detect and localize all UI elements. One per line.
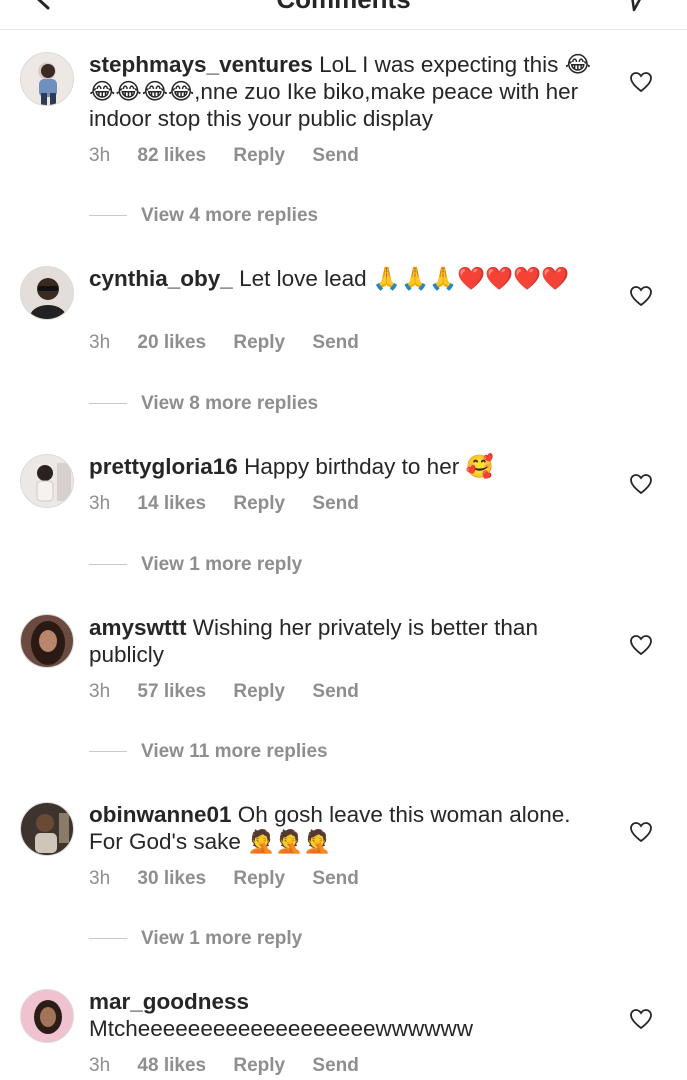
top-bar: Comments	[0, 0, 687, 30]
comment-time: 3h	[89, 493, 111, 514]
send-button[interactable]: Send	[312, 868, 358, 890]
view-more-replies[interactable]: View 4 more replies	[89, 205, 318, 227]
view-replies-label[interactable]: View 8 more replies	[141, 393, 318, 414]
comment-text: cynthia_oby_ Let love lead 🙏🙏🙏❤️❤️❤️❤️	[89, 265, 604, 292]
view-replies-label[interactable]: View 4 more replies	[141, 205, 318, 226]
reply-button[interactable]: Reply	[233, 145, 285, 167]
avatar[interactable]	[20, 989, 74, 1043]
reply-button[interactable]: Reply	[233, 332, 285, 354]
send-button[interactable]: Send	[312, 332, 358, 354]
comment-body: Happy birthday to her 🥰	[244, 454, 494, 479]
comment-likes[interactable]: 82 likes	[137, 145, 206, 167]
view-more-replies[interactable]: View 1 more reply	[89, 928, 302, 950]
comment-likes[interactable]: 20 likes	[137, 332, 206, 354]
comment-likes[interactable]: 57 likes	[137, 681, 206, 703]
comment-likes[interactable]: 30 likes	[137, 868, 206, 890]
send-button[interactable]: Send	[312, 681, 358, 703]
comment-text: amyswttt Wishing her privately is better…	[89, 614, 604, 668]
replies-divider	[89, 403, 127, 405]
comment-text: stephmays_ventures LoL I was expecting t…	[89, 51, 604, 132]
comment-meta: 3h 82 likes Reply Send	[89, 145, 381, 167]
heart-outline-icon[interactable]	[629, 1008, 653, 1030]
heart-outline-icon[interactable]	[629, 821, 653, 843]
send-button[interactable]: Send	[312, 145, 358, 167]
avatar[interactable]	[20, 802, 74, 856]
view-more-replies[interactable]: View 1 more reply	[89, 554, 302, 576]
comment-meta: 3h 57 likes Reply Send	[89, 681, 381, 703]
view-more-replies[interactable]: View 11 more replies	[89, 741, 328, 763]
replies-divider	[89, 938, 127, 940]
avatar[interactable]	[20, 454, 74, 508]
comment-text: obinwanne01 Oh gosh leave this woman alo…	[89, 801, 604, 855]
heart-outline-icon[interactable]	[629, 634, 653, 656]
replies-divider	[89, 215, 127, 217]
comment-username[interactable]: amyswttt	[89, 615, 187, 640]
send-button[interactable]: Send	[312, 493, 358, 515]
replies-divider	[89, 751, 127, 753]
comment-meta: 3h 14 likes Reply Send	[89, 493, 381, 515]
reply-button[interactable]: Reply	[233, 681, 285, 703]
reply-button[interactable]: Reply	[233, 493, 285, 515]
view-replies-label[interactable]: View 11 more replies	[141, 741, 328, 762]
avatar[interactable]	[20, 614, 74, 668]
comment-meta: 3h 30 likes Reply Send	[89, 868, 381, 890]
view-replies-label[interactable]: View 1 more reply	[141, 554, 302, 575]
comment-time: 3h	[89, 681, 111, 702]
replies-divider	[89, 564, 127, 566]
comment-text: prettygloria16 Happy birthday to her 🥰	[89, 453, 604, 480]
avatar[interactable]	[20, 52, 74, 106]
comment-time: 3h	[89, 332, 111, 353]
comment-likes[interactable]: 14 likes	[137, 493, 206, 515]
comment-text: mar_goodness Mtcheeeeeeeeeeeeeeeeeeewwww…	[89, 988, 604, 1042]
heart-outline-icon[interactable]	[629, 285, 653, 307]
comment-username[interactable]: prettygloria16	[89, 454, 238, 479]
comment-likes[interactable]: 48 likes	[137, 1055, 206, 1077]
comment-meta: 3h 20 likes Reply Send	[89, 332, 381, 354]
view-replies-label[interactable]: View 1 more reply	[141, 928, 302, 949]
heart-outline-icon[interactable]	[629, 473, 653, 495]
paper-plane-icon[interactable]	[620, 0, 650, 12]
heart-outline-icon[interactable]	[629, 71, 653, 93]
comment-username[interactable]: mar_goodness	[89, 989, 249, 1014]
view-more-replies[interactable]: View 8 more replies	[89, 393, 318, 415]
comment-username[interactable]: obinwanne01	[89, 802, 232, 827]
comment-username[interactable]: cynthia_oby_	[89, 266, 233, 291]
reply-button[interactable]: Reply	[233, 868, 285, 890]
comment-time: 3h	[89, 145, 111, 166]
comment-body: Mtcheeeeeeeeeeeeeeeeeeewwwwww	[89, 1016, 474, 1041]
comment-username[interactable]: stephmays_ventures	[89, 52, 313, 77]
comment-body: Let love lead 🙏🙏🙏❤️❤️❤️❤️	[239, 266, 570, 291]
page-title: Comments	[0, 0, 687, 15]
reply-button[interactable]: Reply	[233, 1055, 285, 1077]
avatar[interactable]	[20, 266, 74, 320]
send-button[interactable]: Send	[312, 1055, 358, 1077]
comment-time: 3h	[89, 1055, 111, 1076]
comment-time: 3h	[89, 868, 111, 889]
comment-meta: 3h 48 likes Reply Send	[89, 1055, 381, 1077]
